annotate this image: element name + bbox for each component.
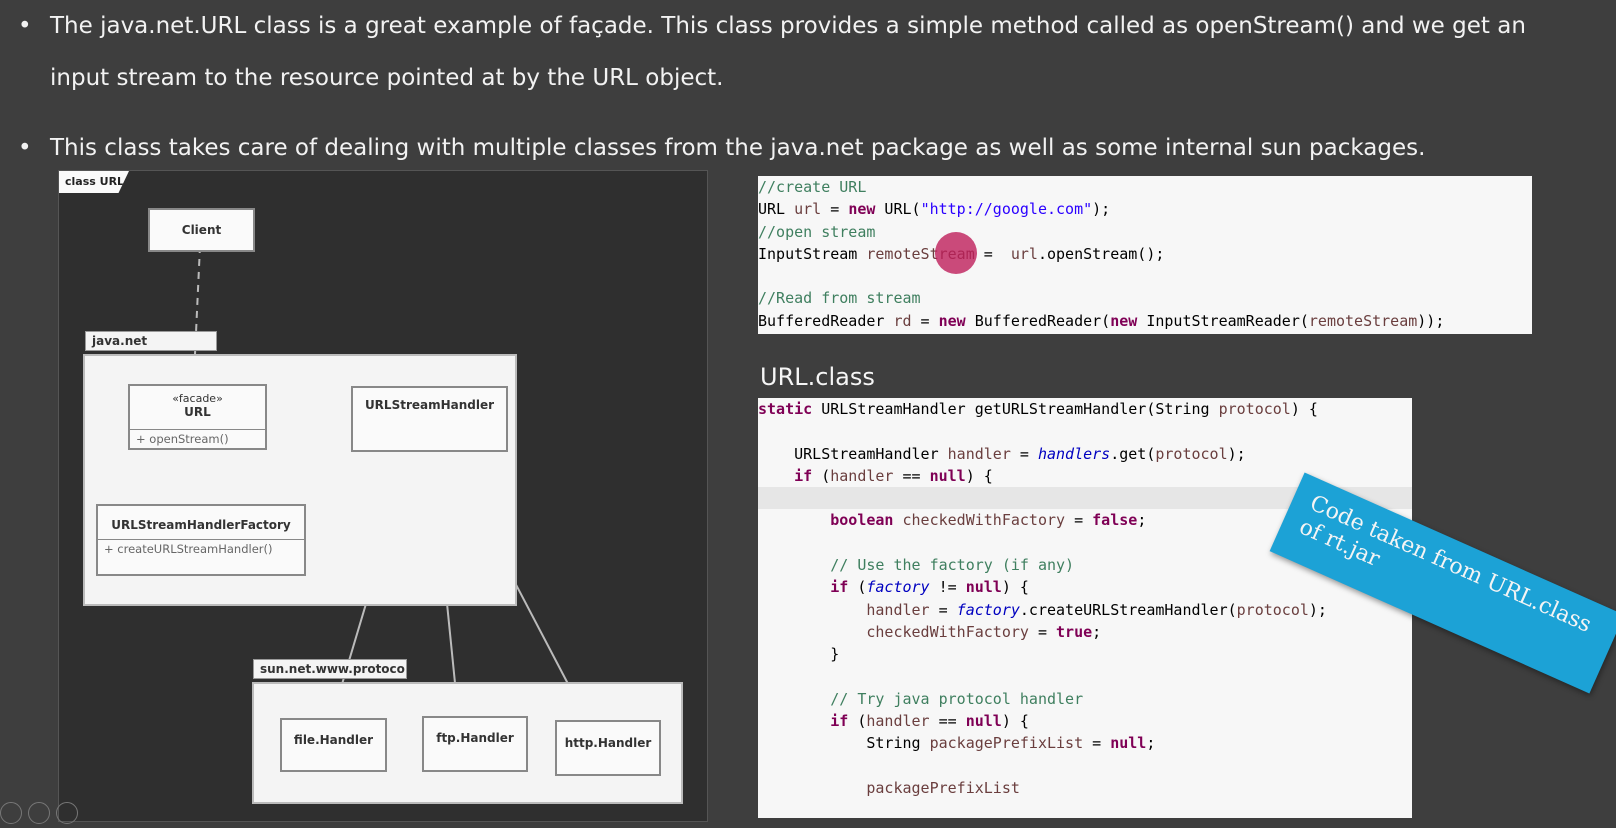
code-line: checkedWithFactory = true; <box>866 622 1102 641</box>
bullet-dot: • <box>18 13 32 39</box>
url-class: «facade» URL + openStream() <box>128 384 267 450</box>
file-handler-label: file.Handler <box>293 733 374 747</box>
factory-class: URLStreamHandlerFactory + createURLStrea… <box>96 504 306 576</box>
package-tab-sun-net: sun.net.www.protoco <box>253 659 407 679</box>
code-line: String packagePrefixList = null; <box>758 734 1156 753</box>
bullet-text: This class takes care of dealing with mu… <box>50 135 1426 161</box>
code-line: static URLStreamHandler getURLStreamHand… <box>758 400 1318 418</box>
url-operation: + openStream() <box>130 429 265 448</box>
code-line: //open stream <box>758 222 876 241</box>
url-class-heading: URL.class <box>760 363 875 391</box>
url-label: URL <box>184 405 211 419</box>
urlstreamhandler-class: URLStreamHandler <box>351 386 508 452</box>
handler-label: URLStreamHandler <box>364 398 495 412</box>
player-icon[interactable] <box>28 802 50 824</box>
ftp-handler-label: ftp.Handler <box>436 731 514 745</box>
code-line: packagePrefixList <box>866 779 1020 798</box>
player-icon[interactable] <box>0 802 22 824</box>
code-line: BufferedReader rd = new BufferedReader(n… <box>758 311 1445 330</box>
bullet-text: The java.net.URL class is a great exampl… <box>50 13 1526 91</box>
package-tab-java-net: java.net <box>85 331 217 351</box>
player-controls[interactable] <box>0 800 90 824</box>
code-line: // Try java protocol handler <box>830 689 1084 708</box>
ftp-handler-class: ftp.Handler <box>422 716 528 772</box>
client-label: Client <box>181 223 222 237</box>
code-panel-url-class: static URLStreamHandler getURLStreamHand… <box>758 398 1412 818</box>
code-panel-create-url: //create URL URL url = new URL("http://go… <box>758 176 1532 334</box>
facade-stereotype: «facade» <box>172 392 223 405</box>
code-line: if (handler == null) { <box>830 712 1029 731</box>
bullet-dot: • <box>18 135 32 161</box>
file-handler-class: file.Handler <box>280 718 387 772</box>
code-line: //create URL <box>758 178 867 196</box>
factory-label: URLStreamHandlerFactory <box>111 518 291 532</box>
code-line: InputStream remoteStream = url.openStrea… <box>758 244 1165 263</box>
code-line: if (factory != null) { <box>830 578 1029 597</box>
code-line: //Read from stream <box>758 289 921 308</box>
code-line: URLStreamHandler handler = handlers.get(… <box>758 444 1246 463</box>
code-line: } <box>758 645 840 664</box>
factory-operation: + createURLStreamHandler() <box>98 539 304 558</box>
client-class: Client <box>148 208 255 252</box>
code-line: URL url = new URL("http://google.com"); <box>758 200 1111 219</box>
http-handler-label: http.Handler <box>564 736 652 750</box>
cursor-highlight <box>935 232 977 274</box>
code-line: handler = factory.createURLStreamHandler… <box>866 600 1327 619</box>
http-handler-class: http.Handler <box>555 720 661 776</box>
player-icon[interactable] <box>56 802 78 824</box>
